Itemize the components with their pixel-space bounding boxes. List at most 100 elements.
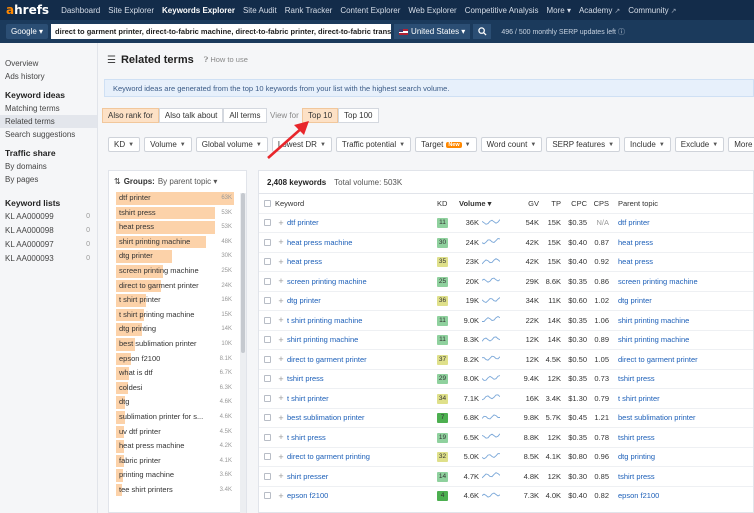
keyword-link[interactable]: t shirt printing machine [287, 316, 437, 325]
add-to-list-icon[interactable]: + [275, 276, 287, 286]
sidebar-item-by-pages[interactable]: By pages [0, 173, 97, 186]
nav-site-audit[interactable]: Site Audit [243, 6, 277, 15]
group-row[interactable]: heat press 53K [116, 220, 234, 235]
group-row[interactable]: t shirt printer 16K [116, 293, 234, 308]
keyword-list-item[interactable]: KL AA000097 0 [0, 238, 97, 252]
keyword-link[interactable]: t shirt press [287, 433, 437, 442]
add-to-list-icon[interactable]: + [275, 237, 287, 247]
keyword-link[interactable]: dtf printer [287, 218, 437, 227]
group-row[interactable]: epson f2100 8.1K [116, 352, 234, 367]
row-checkbox[interactable] [263, 453, 271, 461]
group-row[interactable]: direct to garment printer 24K [116, 279, 234, 294]
filter-include-button[interactable]: Include ▼ [624, 137, 671, 152]
nav-more[interactable]: More ▾ [547, 6, 571, 15]
parent-topic-link[interactable]: heat press [609, 238, 729, 247]
parent-topic-link[interactable]: heat press [609, 257, 729, 266]
col-volume[interactable]: Volume ▾ [459, 199, 515, 208]
row-checkbox[interactable] [263, 297, 271, 305]
filter-volume-button[interactable]: Volume ▼ [144, 137, 192, 152]
parent-topic-link[interactable]: dtg printer [609, 296, 729, 305]
row-checkbox[interactable] [263, 394, 271, 402]
filter-more-filters-button[interactable]: More filters▼ [728, 137, 754, 152]
sidebar-item-overview[interactable]: Overview [0, 57, 97, 70]
add-to-list-icon[interactable]: + [275, 471, 287, 481]
group-row[interactable]: printing machine 3.6K [116, 468, 234, 483]
add-to-list-icon[interactable]: + [275, 218, 287, 228]
keyword-list-item[interactable]: KL AA000098 0 [0, 224, 97, 238]
row-checkbox[interactable] [263, 414, 271, 422]
add-to-list-icon[interactable]: + [275, 374, 287, 384]
group-row[interactable]: coldesi 6.3K [116, 381, 234, 396]
group-row[interactable]: what is dtf 6.7K [116, 366, 234, 381]
groups-scroll-thumb[interactable] [241, 193, 245, 353]
add-to-list-icon[interactable]: + [275, 432, 287, 442]
group-row[interactable]: heat press machine 4.2K [116, 439, 234, 454]
sidebar-item-ads-history[interactable]: Ads history [0, 70, 97, 83]
tab-also-talk-about[interactable]: Also talk about [158, 108, 224, 123]
list-icon[interactable]: ☰ [107, 55, 116, 66]
add-to-list-icon[interactable]: + [275, 335, 287, 345]
filter-kd-button[interactable]: KD ▼ [108, 137, 141, 152]
sidebar-item-related-terms[interactable]: Related terms [0, 115, 97, 128]
parent-topic-link[interactable]: tshirt press [609, 433, 729, 442]
col-gv[interactable]: GV [515, 199, 539, 208]
row-checkbox[interactable] [263, 316, 271, 324]
filter-target-button[interactable]: Target New ▼ [415, 137, 477, 152]
parent-topic-link[interactable]: epson f2100 [609, 491, 729, 500]
search-button[interactable] [473, 24, 492, 39]
filter-traffic-potential-button[interactable]: Traffic potential ▼ [335, 137, 412, 152]
group-row[interactable]: tshirt press 53K [116, 206, 234, 221]
parent-topic-link[interactable]: direct to garment printer [609, 355, 729, 364]
keyword-list-item[interactable]: KL AA000099 0 [0, 210, 97, 224]
filter-serp-features-button[interactable]: SERP features ▼ [546, 137, 621, 152]
col-parent-topic[interactable]: Parent topic [609, 199, 729, 208]
group-row[interactable]: screen printing machine 25K [116, 264, 234, 279]
parent-topic-link[interactable]: best sublimation printer [609, 413, 729, 422]
group-row[interactable]: dtg 4.6K [116, 395, 234, 410]
col-tp[interactable]: TP [539, 199, 561, 208]
row-checkbox[interactable] [263, 375, 271, 383]
group-row[interactable]: t shirt printing machine 15K [116, 308, 234, 323]
group-row[interactable]: dtg printing 14K [116, 322, 234, 337]
add-to-list-icon[interactable]: + [275, 452, 287, 462]
keyword-link[interactable]: tshirt press [287, 374, 437, 383]
add-to-list-icon[interactable]: + [275, 491, 287, 501]
row-checkbox[interactable] [263, 219, 271, 227]
keyword-link[interactable]: shirt printing machine [287, 335, 437, 344]
country-select[interactable]: United States ▾ [394, 24, 471, 39]
row-checkbox[interactable] [263, 355, 271, 363]
tab-top-100[interactable]: Top 100 [338, 108, 379, 123]
group-row[interactable]: dtg printer 30K [116, 249, 234, 264]
group-row[interactable]: tee shirt printers 3.4K [116, 483, 234, 498]
filter-exclude-button[interactable]: Exclude ▼ [674, 137, 725, 152]
filter-global-volume-button[interactable]: Global volume ▼ [195, 137, 268, 152]
group-row[interactable]: fabric printer 4.1K [116, 454, 234, 469]
keyword-link[interactable]: best sublimation printer [287, 413, 437, 422]
how-to-use-link[interactable]: ❓︎ How to use [204, 55, 248, 65]
keywords-input[interactable]: direct to garment printer, direct-to-fab… [51, 24, 392, 39]
col-keyword[interactable]: Keyword [275, 199, 437, 208]
group-row[interactable]: shirt printing machine 48K [116, 235, 234, 250]
groups-scrollbar[interactable] [240, 193, 246, 513]
info-icon[interactable]: ⓘ [618, 29, 625, 36]
keyword-link[interactable]: direct to garment printing [287, 452, 437, 461]
ahrefs-logo[interactable]: a hrefs [0, 3, 49, 17]
nav-keywords-explorer[interactable]: Keywords Explorer [162, 6, 235, 15]
keyword-link[interactable]: t shirt printer [287, 394, 437, 403]
nav-content-explorer[interactable]: Content Explorer [340, 6, 400, 15]
keyword-link[interactable]: screen printing machine [287, 277, 437, 286]
col-cps[interactable]: CPS [587, 199, 609, 208]
nav-academy[interactable]: Academy ↗ [579, 6, 620, 15]
sidebar-item-by-domains[interactable]: By domains [0, 160, 97, 173]
select-all-checkbox[interactable] [263, 199, 271, 207]
row-checkbox[interactable] [263, 492, 271, 500]
group-row[interactable]: uv dtf printer 4.5K [116, 425, 234, 440]
keyword-link[interactable]: shirt presser [287, 472, 437, 481]
parent-topic-link[interactable]: tshirt press [609, 374, 729, 383]
parent-topic-link[interactable]: t shirt printer [609, 394, 729, 403]
parent-topic-link[interactable]: dtg printing [609, 452, 729, 461]
col-cpc[interactable]: CPC [561, 199, 587, 208]
search-engine-select[interactable]: Google ▾ [6, 24, 49, 39]
filter-word-count-button[interactable]: Word count ▼ [480, 137, 543, 152]
parent-topic-link[interactable]: dtf printer [609, 218, 729, 227]
